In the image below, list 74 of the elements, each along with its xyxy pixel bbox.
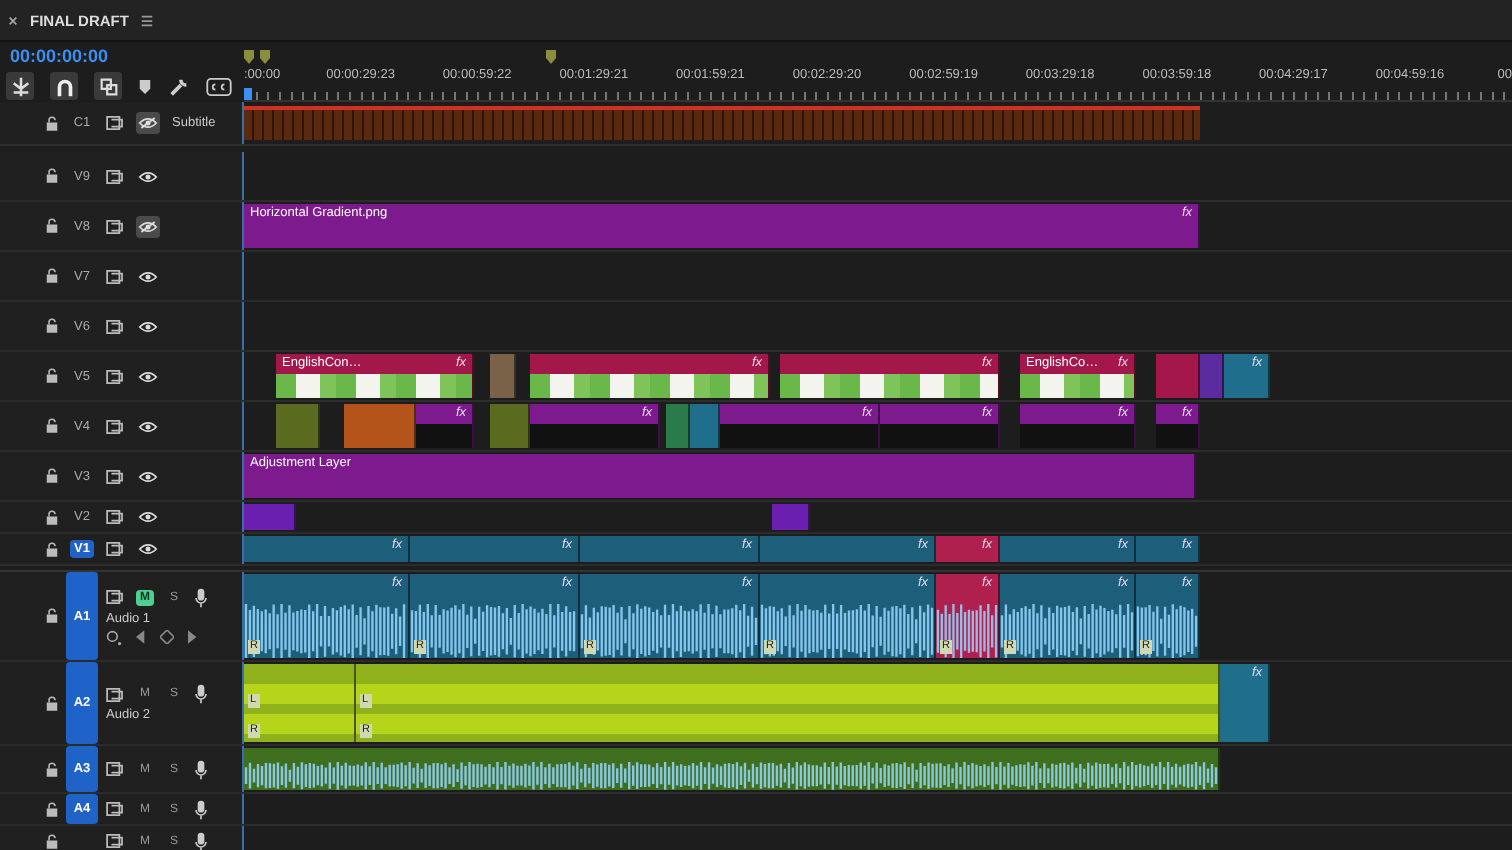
lock-icon[interactable] — [46, 368, 58, 384]
sync-lock-icon[interactable] — [106, 687, 124, 701]
snap-button[interactable] — [50, 72, 78, 100]
timeline-clip[interactable] — [244, 748, 1220, 790]
lock-icon[interactable] — [46, 115, 58, 131]
sync-lock-icon[interactable] — [106, 834, 124, 848]
clip-body — [1020, 423, 1134, 448]
lock-icon[interactable] — [46, 833, 58, 849]
lock-icon[interactable] — [46, 168, 58, 184]
lock-icon[interactable] — [46, 268, 58, 284]
lock-icon[interactable] — [46, 695, 58, 711]
marker-icon[interactable] — [244, 50, 254, 64]
microphone-icon[interactable] — [194, 587, 209, 607]
timeline-clip[interactable] — [490, 354, 516, 398]
sync-lock-icon[interactable] — [106, 802, 124, 816]
timeline-clip[interactable] — [244, 504, 296, 530]
playhead-handle[interactable] — [244, 88, 252, 100]
sync-lock-icon[interactable] — [106, 319, 124, 333]
marker-icon[interactable] — [260, 50, 270, 64]
lock-icon[interactable] — [46, 761, 58, 777]
visibility-toggle[interactable] — [136, 538, 160, 560]
visibility-toggle[interactable] — [136, 506, 160, 528]
close-icon[interactable] — [8, 15, 18, 25]
timeline-clip[interactable] — [276, 404, 320, 448]
microphone-icon[interactable] — [194, 831, 209, 850]
lock-icon[interactable] — [46, 541, 58, 557]
marker-icon[interactable] — [546, 50, 556, 64]
clip-body — [530, 423, 658, 448]
linked-selection-button[interactable] — [94, 72, 122, 100]
timeline-clip[interactable] — [690, 404, 720, 448]
timeline-clip[interactable] — [1156, 354, 1200, 398]
lock-icon[interactable] — [46, 468, 58, 484]
timeline-clip[interactable] — [344, 404, 416, 448]
insert-sequence-button[interactable] — [6, 72, 34, 100]
sync-lock-icon[interactable] — [106, 169, 124, 183]
sync-lock-icon[interactable] — [106, 116, 124, 130]
timeline-clip[interactable] — [1200, 354, 1224, 398]
lock-icon[interactable] — [46, 418, 58, 434]
playhead-timecode[interactable]: 00:00:00:00 — [0, 42, 244, 72]
sync-lock-icon[interactable] — [106, 510, 124, 524]
sync-lock-icon[interactable] — [106, 369, 124, 383]
next-keyframe-icon[interactable] — [188, 630, 198, 644]
wrench-icon[interactable] — [168, 75, 190, 97]
clip-body — [1156, 423, 1198, 448]
sync-lock-icon[interactable] — [106, 219, 124, 233]
microphone-icon[interactable] — [194, 759, 209, 779]
lock-icon[interactable] — [46, 509, 58, 525]
visibility-toggle[interactable] — [136, 112, 160, 134]
sync-lock-icon[interactable] — [106, 542, 124, 556]
menu-icon[interactable] — [140, 13, 155, 27]
sync-lock-icon[interactable] — [106, 590, 124, 604]
caption-clips-drawing[interactable] — [244, 106, 1200, 140]
lock-icon[interactable] — [46, 608, 58, 624]
microphone-icon[interactable] — [194, 799, 209, 819]
sync-lock-icon[interactable] — [106, 419, 124, 433]
lock-icon[interactable] — [46, 318, 58, 334]
previous-keyframe-icon[interactable] — [136, 630, 146, 644]
sync-lock-icon[interactable] — [106, 269, 124, 283]
clip-body — [880, 423, 998, 448]
timeline-clip[interactable] — [490, 404, 530, 448]
lock-icon[interactable] — [46, 801, 58, 817]
microphone-icon[interactable] — [194, 684, 209, 704]
sync-lock-icon[interactable] — [106, 469, 124, 483]
timeline-clip[interactable] — [666, 404, 690, 448]
clip-body — [416, 423, 472, 448]
timeline-clip[interactable] — [772, 504, 810, 530]
visibility-toggle[interactable] — [136, 215, 160, 237]
thumbnail-strip — [1020, 373, 1134, 398]
volume-knob-icon[interactable] — [106, 629, 122, 645]
captions-icon[interactable] — [206, 77, 232, 95]
sync-lock-icon[interactable] — [106, 762, 124, 776]
marker-icon[interactable] — [138, 77, 152, 95]
add-keyframe-icon[interactable] — [160, 630, 174, 644]
lock-icon[interactable] — [46, 218, 58, 234]
